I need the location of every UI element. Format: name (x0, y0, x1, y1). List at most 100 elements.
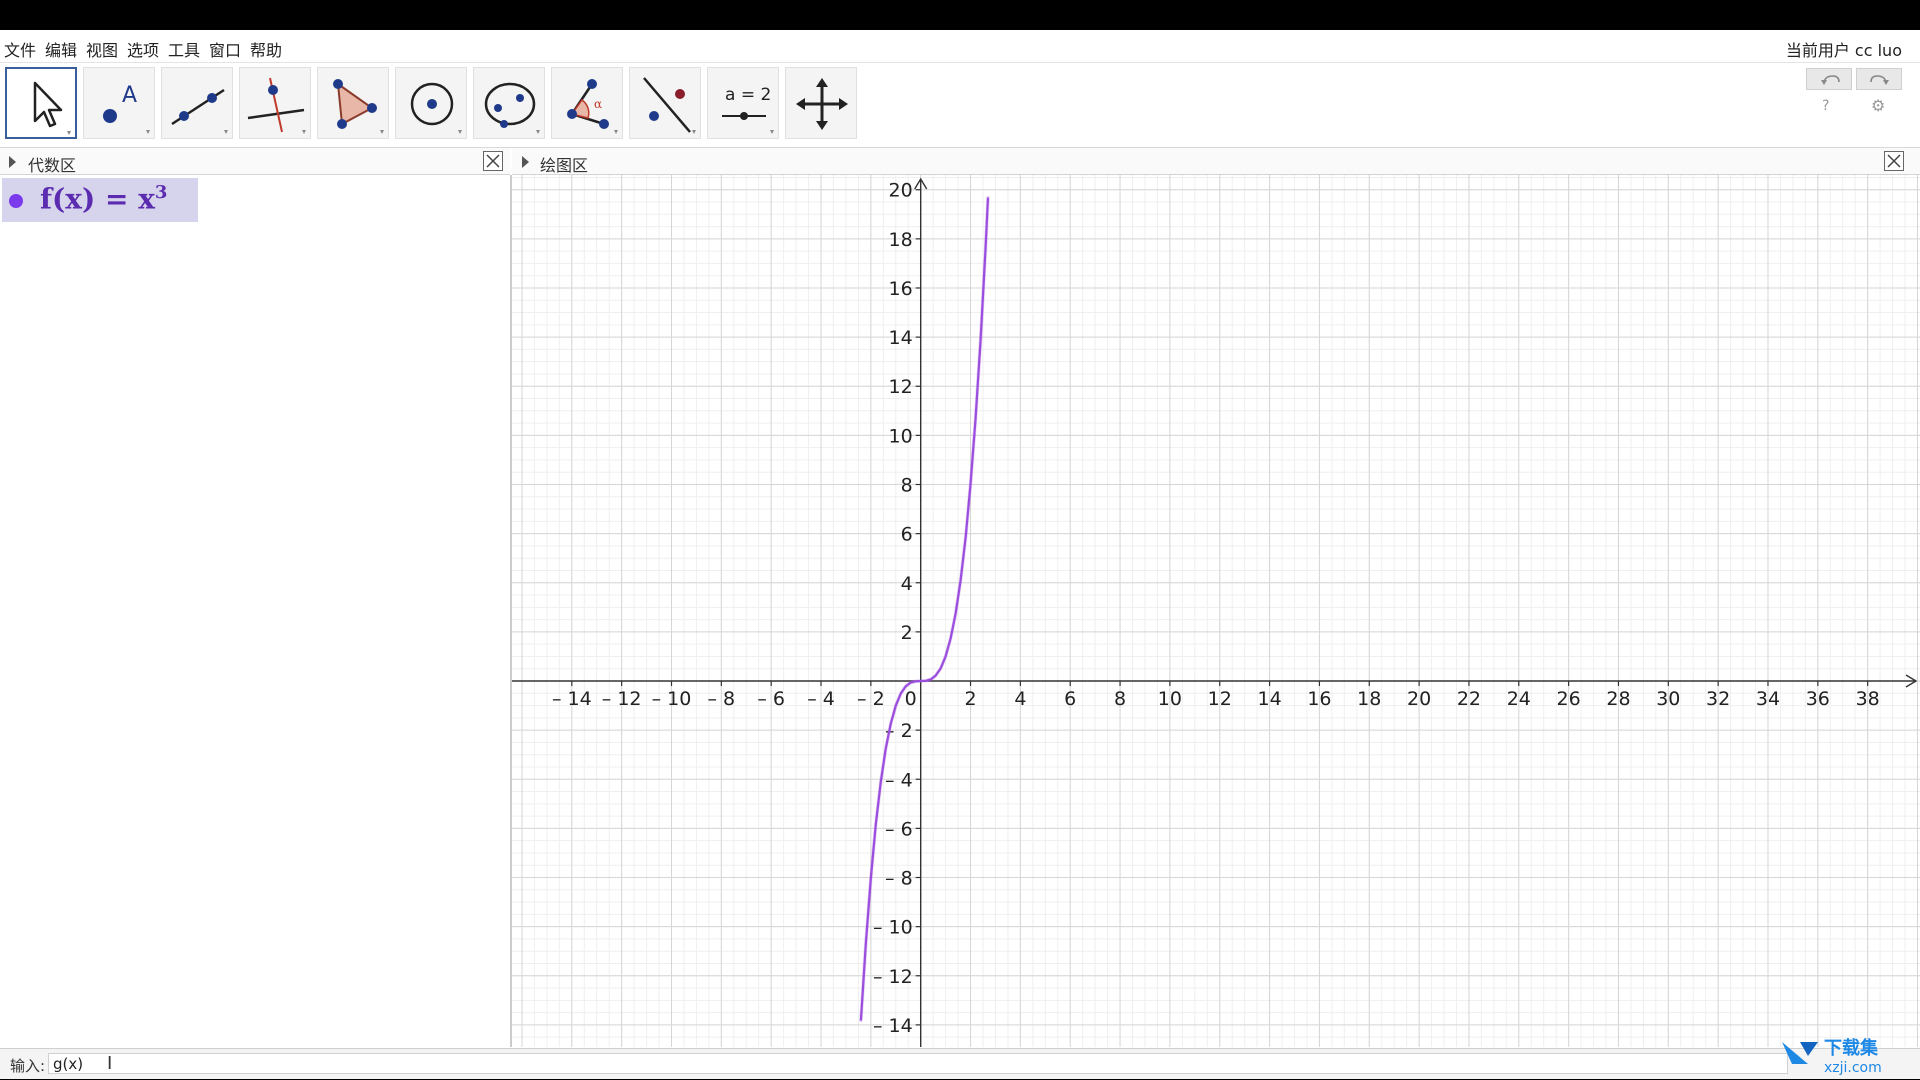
x-tick-label: 24 (1507, 688, 1531, 710)
menu-bar: 文件 编辑 视图 选项 工具 窗口 帮助 当前用户 cc luo (0, 30, 1920, 63)
visibility-toggle[interactable] (9, 194, 23, 208)
function-curve-f (859, 197, 990, 1021)
undo-button[interactable] (1806, 68, 1852, 90)
tool-move-button[interactable] (5, 67, 77, 139)
x-tick-label: 20 (1407, 688, 1431, 710)
y-tick-label: 4 (901, 573, 913, 595)
tool-circle-button[interactable] (395, 67, 467, 139)
polygon-icon (333, 79, 384, 134)
x-tick-label: 28 (1606, 688, 1630, 710)
redo-icon (1870, 75, 1889, 85)
y-tick-label: 8 (901, 474, 913, 496)
tool-perpendicular-button[interactable] (239, 67, 311, 139)
menu-view[interactable]: 视图 (86, 37, 118, 61)
help-icon[interactable]: ? (1822, 98, 1829, 114)
close-icon (1887, 154, 1901, 168)
menu-options[interactable]: 选项 (127, 37, 159, 61)
y-tick-label: 16 (889, 278, 913, 300)
tool-slider-button[interactable]: a = 2 (707, 67, 779, 139)
x-tick-label: 38 (1856, 688, 1880, 710)
graphics-view-title: 绘图区 (540, 156, 589, 175)
algebra-view-header: 代数区 (0, 148, 510, 175)
tool-polygon-button[interactable] (317, 67, 389, 139)
x-tick-label: 30 (1656, 688, 1680, 710)
x-tick-label: 10 (1158, 688, 1182, 710)
function-plot[interactable]: – 14– 12– 10– 8– 6– 4– 2 0 2 4 6 8 10 12 14 16 18 2… (512, 175, 1920, 1047)
tool-line-button[interactable] (161, 67, 233, 139)
move-graphics-icon (796, 78, 848, 130)
x-tick-label: – 8 (708, 688, 736, 710)
y-tick-label: 12 (889, 376, 913, 398)
svg-text:α: α (594, 97, 602, 111)
x-tick-label: 12 (1208, 688, 1232, 710)
x-tick-label: 36 (1806, 688, 1830, 710)
point-icon: A (103, 83, 150, 134)
x-tick-label: 32 (1706, 688, 1730, 710)
y-tick-label: 10 (889, 425, 913, 447)
command-input[interactable] (48, 1053, 1788, 1074)
x-tick-label: 26 (1557, 688, 1581, 710)
svg-text:下载集: 下载集 (1824, 1037, 1879, 1059)
current-user-label[interactable]: 当前用户 cc luo (1786, 37, 1902, 61)
input-label: 输入: (10, 1057, 46, 1075)
x-tick-label: 18 (1357, 688, 1381, 710)
redo-button[interactable] (1856, 68, 1902, 90)
slider-icon: a = 2 (722, 85, 774, 134)
svg-text:xzji.com: xzji.com (1824, 1060, 1882, 1076)
svg-text:A: A (122, 83, 137, 108)
close-algebra-button[interactable] (483, 151, 503, 171)
circle-center-point-icon (410, 82, 462, 134)
x-tick-label: – 10 (652, 688, 692, 710)
y-tick-label: 6 (901, 524, 913, 546)
move-pointer-icon (33, 81, 71, 135)
x-tick-label: 16 (1307, 688, 1331, 710)
menu-tools[interactable]: 工具 (168, 37, 200, 61)
tool-move-graphics-button[interactable] (785, 67, 857, 139)
menu-help[interactable]: 帮助 (250, 37, 282, 61)
undo-icon (1821, 75, 1840, 85)
close-icon (486, 154, 500, 168)
tool-angle-button[interactable]: α (551, 67, 623, 139)
menu-edit[interactable]: 编辑 (45, 37, 77, 61)
tool-ellipse-button[interactable] (473, 67, 545, 139)
x-tick-label: 0 (905, 688, 917, 710)
ellipse-icon (484, 82, 540, 134)
y-tick-label: – 12 (873, 966, 913, 988)
menu-window[interactable]: 窗口 (209, 37, 241, 61)
tool-reflect-button[interactable] (629, 67, 701, 139)
line-icon (171, 88, 228, 134)
function-curve-glow (859, 195, 990, 1023)
x-tick-label: 8 (1114, 688, 1126, 710)
y-tick-label: – 4 (885, 769, 913, 791)
algebra-view-title: 代数区 (28, 156, 77, 175)
y-tick-label: 2 (901, 622, 913, 644)
text-cursor-icon: I (107, 1053, 113, 1074)
graphics-view-header: 绘图区 (512, 148, 1920, 175)
perpendicular-line-icon (247, 77, 306, 134)
tool-point-button[interactable]: A (83, 67, 155, 139)
collapse-triangle-icon[interactable] (9, 156, 16, 168)
reflect-icon (643, 77, 696, 134)
graphics-view[interactable]: – 14– 12– 10– 8– 6– 4– 2 0 2 4 6 8 10 12 14 16 18 2… (512, 175, 1920, 1047)
menu-file[interactable]: 文件 (4, 37, 36, 61)
algebra-item-f[interactable]: f(x) = x3 (2, 178, 198, 222)
y-tick-label: 20 (889, 180, 913, 202)
collapse-triangle-icon[interactable] (522, 156, 529, 168)
x-tick-label: 34 (1756, 688, 1780, 710)
x-tick-label: 6 (1064, 688, 1076, 710)
gear-icon[interactable]: ⚙ (1871, 96, 1885, 115)
x-tick-label: – 12 (602, 688, 642, 710)
watermark-logo: 下载集 xzji.com (1778, 1034, 1908, 1080)
y-tick-label: – 10 (873, 917, 913, 939)
geogebra-window: 文件 编辑 视图 选项 工具 窗口 帮助 当前用户 cc luo A α a =… (0, 30, 1920, 1079)
x-tick-label: 4 (1014, 688, 1026, 710)
close-graphics-button[interactable] (1884, 151, 1904, 171)
y-tick-label: 14 (889, 327, 913, 349)
x-tick-label: 2 (964, 688, 976, 710)
svg-text:a = 2: a = 2 (725, 85, 771, 105)
y-tick-label: 18 (889, 229, 913, 251)
y-tick-label: – 8 (885, 868, 913, 890)
angle-icon: α (567, 79, 618, 134)
x-tick-label: 22 (1457, 688, 1481, 710)
expression-text[interactable]: f(x) = x3 (40, 182, 167, 215)
